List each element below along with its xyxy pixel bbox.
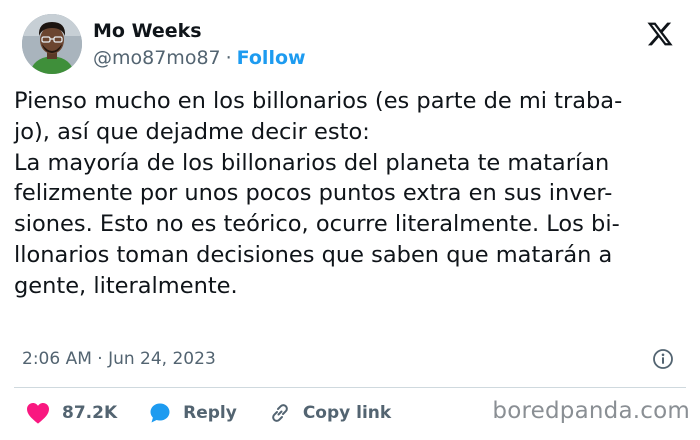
likes-count: 87.2K <box>62 403 118 423</box>
tweet-text-line: felizmente por unos pocos puntos extra e… <box>14 180 613 207</box>
follow-button[interactable]: Follow <box>237 47 306 69</box>
tweet-text-line: jo), así que dejadme decir esto: <box>14 118 370 145</box>
tweet-actions: 87.2K Reply Copy link <box>26 400 423 426</box>
author-handle[interactable]: @mo87mo87 <box>93 47 221 69</box>
avatar[interactable] <box>22 14 82 74</box>
tweet-text-line: llonarios toman decisiones que saben que… <box>14 241 613 268</box>
tweet-timestamp[interactable]: 2:06 AM · Jun 24, 2023 <box>22 349 216 369</box>
reply-label: Reply <box>183 403 237 423</box>
avatar-image <box>22 14 82 74</box>
tweet-text-line: gente, literalmente. <box>14 272 238 299</box>
separator-dot: · <box>225 47 232 69</box>
copy-link-button[interactable]: Copy link <box>269 402 391 424</box>
tweet-text-line: Pienso mucho en los billonarios (es part… <box>14 88 623 114</box>
x-logo-icon[interactable] <box>646 20 674 48</box>
tweet-card: Mo Weeks @mo87mo87 · Follow Pienso mucho e… <box>0 0 700 440</box>
tweet-text-line: siones. Esto no es teórico, ocurre liter… <box>14 211 620 238</box>
copy-link-label: Copy link <box>302 403 392 423</box>
tweet-text: Pienso mucho en los billonarios (es part… <box>14 86 690 302</box>
tweet-text-line: La mayoría de los billonarios del planet… <box>14 149 610 176</box>
like-button[interactable]: 87.2K <box>26 402 117 424</box>
link-icon <box>271 404 288 422</box>
info-icon[interactable] <box>652 348 674 370</box>
author-handle-line: @mo87mo87 · Follow <box>93 47 306 69</box>
heart-icon <box>27 403 49 424</box>
watermark: boredpanda.com <box>492 398 690 424</box>
author-name[interactable]: Mo Weeks <box>93 20 202 42</box>
reply-button[interactable]: Reply <box>149 402 237 424</box>
divider <box>14 387 686 388</box>
speech-bubble-icon <box>150 403 170 423</box>
